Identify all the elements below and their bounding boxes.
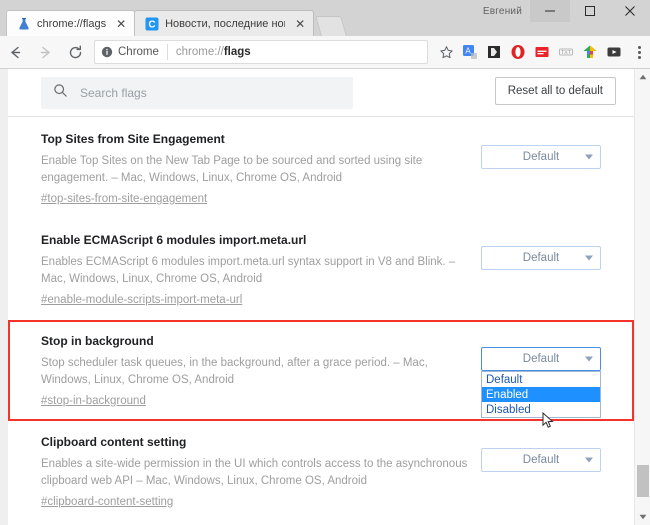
url-text: chrome://flags [176,46,251,58]
tab-strip: Евгений chrome://flags ✕ C Новости, посл… [0,0,650,36]
close-button[interactable] [610,0,650,22]
maximize-button[interactable] [570,0,610,22]
forward-button[interactable] [30,37,60,67]
flag-control: Default Default Enabled Disabled [481,333,601,428]
svg-text:TXT: TXT [561,50,572,56]
flag-row: Enable ECMAScript 6 modules import.meta.… [8,219,634,320]
svg-text:A: A [465,47,471,56]
flag-row: Top Sites from Site Engagement Enable To… [8,118,634,219]
scrollbar-thumb[interactable] [637,465,649,497]
scroll-up-arrow-icon[interactable] [635,69,650,85]
mouse-cursor-icon [542,411,556,435]
bookmark-star-icon[interactable] [434,45,458,60]
flag-value-select[interactable]: Default [481,145,601,169]
chevron-down-icon [585,255,593,261]
flask-icon [17,17,31,31]
flag-text: Stop in background Stop scheduler task q… [41,333,471,409]
video-extension-icon[interactable] [602,40,626,64]
flag-text: Clipboard content setting Enables a site… [41,434,471,510]
flag-control: Default [481,232,601,270]
flag-name: Top Sites from Site Engagement [41,132,225,146]
scheme-label: Chrome [118,46,159,58]
chevron-down-icon [585,154,593,160]
flags-list: Top Sites from Site Engagement Enable To… [8,118,634,525]
dropdown-option-disabled[interactable]: Disabled [482,402,600,417]
flag-permalink[interactable]: #stop-in-background [41,395,146,407]
search-input[interactable]: Search flags [41,76,353,109]
tab-title: Новости, последние нов [165,17,286,30]
extension-icons: A TXT [458,40,628,64]
flag-value-label: Default [522,454,560,466]
flag-row-highlighted: Stop in background Stop scheduler task q… [8,320,634,428]
flag-value-dropdown: Default Enabled Disabled [481,371,601,428]
site-identity-chip[interactable]: Chrome [101,46,167,58]
dropdown-option-default[interactable]: Default [482,372,600,387]
tab-close-icon[interactable]: ✕ [114,17,128,31]
scroll-down-arrow-icon[interactable] [635,509,650,525]
flag-description: Enables ECMAScript 6 modules import.meta… [41,256,456,285]
red-block-extension-icon[interactable] [530,40,554,64]
flag-value-select-open[interactable]: Default [481,347,601,371]
dark-square-extension-icon[interactable] [482,40,506,64]
flag-name: Clipboard content setting [41,435,187,449]
tab-chrome-flags[interactable]: chrome://flags ✕ [6,10,136,36]
opera-extension-icon[interactable] [506,40,530,64]
flag-value-label: Default [522,252,560,264]
flag-permalink[interactable]: #top-sites-from-site-engagement [41,193,207,205]
browser-window: Евгений chrome://flags ✕ C Новости, посл… [0,0,650,525]
info-circle-icon [101,46,113,58]
reset-all-to-default-button[interactable]: Reset all to default [494,77,616,105]
tab-list: chrome://flags ✕ C Новости, последние но… [6,10,347,36]
gray-text-extension-icon[interactable]: TXT [554,40,578,64]
flag-name: Enable ECMAScript 6 modules import.meta.… [41,233,307,247]
flag-control: Default [481,434,601,472]
svg-text:C: C [148,19,155,30]
search-placeholder: Search flags [80,85,147,100]
c-logo-icon: C [145,17,159,31]
omnibox-separator [166,44,168,60]
tab-close-icon[interactable]: ✕ [293,17,307,31]
reload-button[interactable] [60,37,90,67]
flag-value-label: Default [522,151,560,163]
flags-page: Search flags Reset all to default Top Si… [0,69,650,525]
flag-row: Clipboard content setting Enables a site… [8,421,634,522]
flag-text: Top Sites from Site Engagement Enable To… [41,131,471,207]
new-tab-button[interactable] [315,16,347,36]
colorful-house-extension-icon[interactable] [578,40,602,64]
tab-title: chrome://flags [37,17,107,30]
flag-name: Stop in background [41,334,154,348]
address-bar[interactable]: Chrome chrome://flags [94,40,428,64]
translate-extension-icon[interactable]: A [458,40,482,64]
page-scrollbar[interactable] [634,69,650,525]
flag-permalink[interactable]: #clipboard-content-setting [41,496,173,508]
url-prefix: chrome:// [175,46,224,58]
flag-value-select[interactable]: Default [481,448,601,472]
tab-novosti[interactable]: C Новости, последние нов ✕ [134,10,315,36]
three-dot-menu-icon[interactable] [628,45,650,59]
flag-value-label: Default [522,353,560,365]
dropdown-option-enabled[interactable]: Enabled [482,387,600,402]
back-button[interactable] [0,37,30,67]
search-icon [53,83,68,103]
flag-description: Enable Top Sites on the New Tab Page to … [41,155,423,184]
flag-permalink[interactable]: #enable-module-scripts-import-meta-url [41,294,242,306]
flags-search-band: Search flags Reset all to default [8,69,634,117]
flag-text: Enable ECMAScript 6 modules import.meta.… [41,232,471,308]
chevron-down-icon [585,356,593,362]
url-bold-part: flags [223,46,251,58]
flag-description: Enables a site-wide permission in the UI… [41,458,468,487]
flag-description: Stop scheduler task queues, in the backg… [41,357,428,386]
flag-value-select[interactable]: Default [481,246,601,270]
profile-name-label[interactable]: Евгений [475,0,530,22]
page-left-gutter [0,69,8,525]
chevron-down-icon [585,457,593,463]
flag-control: Default [481,131,601,169]
browser-toolbar: Chrome chrome://flags A TXT [0,36,650,69]
minimize-button[interactable] [530,0,570,22]
window-controls: Евгений [475,0,650,22]
